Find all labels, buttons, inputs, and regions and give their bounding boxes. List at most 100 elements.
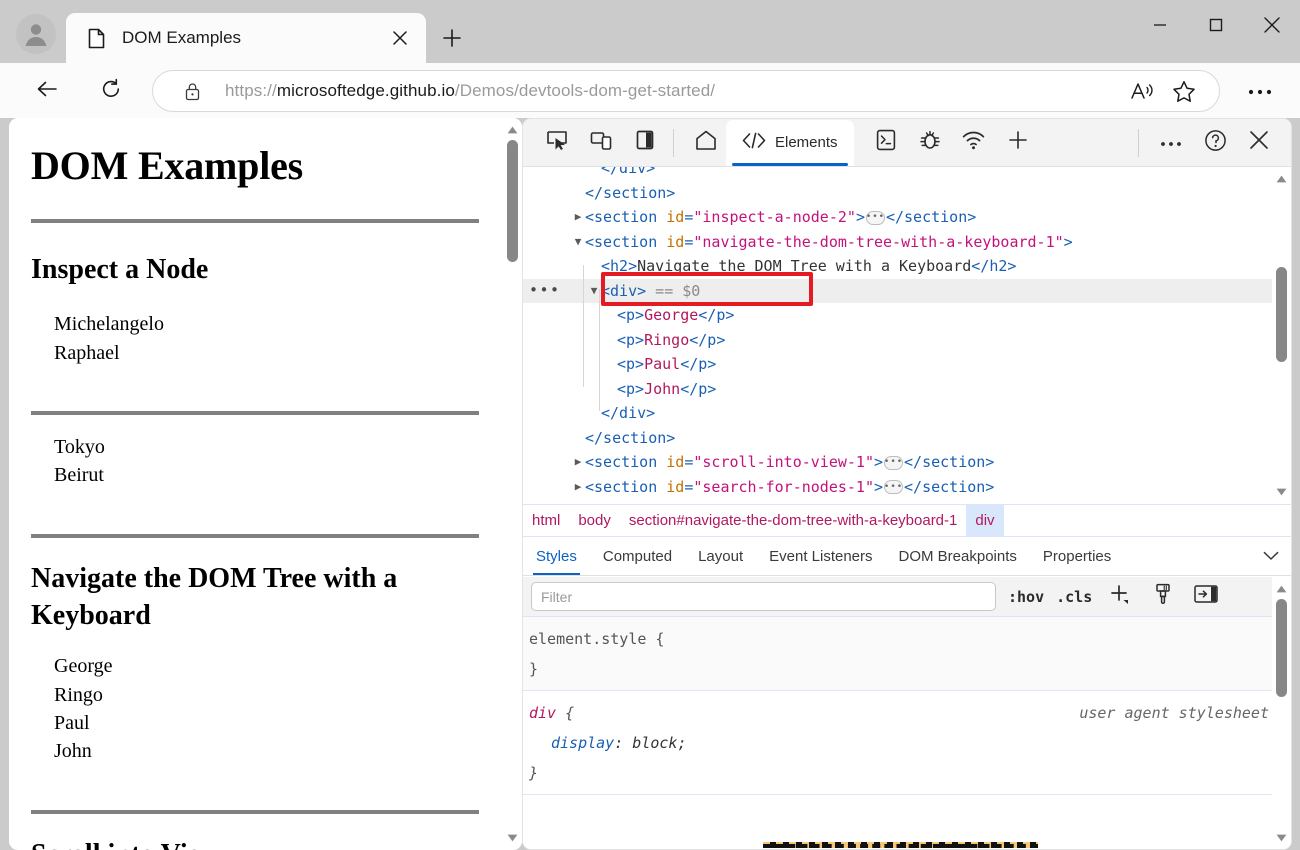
styles-tabs-overflow-button[interactable]	[1251, 539, 1291, 575]
styles-scroll-thumb[interactable]	[1276, 599, 1287, 697]
color-picker-button[interactable]	[1148, 583, 1178, 611]
device-emulation-button[interactable]	[581, 123, 621, 163]
markup-token: <section	[585, 453, 667, 471]
scroll-up-icon[interactable]	[1272, 169, 1291, 188]
tab-computed[interactable]: Computed	[590, 538, 685, 575]
back-button[interactable]	[30, 74, 64, 108]
address-bar-actions	[1121, 73, 1219, 109]
twisty-expanded-icon[interactable]: ▼	[571, 230, 585, 255]
twisty-placeholder	[587, 167, 601, 181]
twisty-placeholder	[587, 254, 601, 279]
devtools-help-button[interactable]	[1195, 123, 1235, 163]
tab-styles[interactable]: Styles	[523, 538, 590, 575]
style-rule-selector[interactable]: div	[529, 704, 556, 722]
styles-scrollbar[interactable]	[1272, 577, 1291, 849]
profile-button[interactable]	[16, 14, 56, 54]
breadcrumb-item-body[interactable]: body	[569, 505, 620, 536]
plus-icon	[442, 28, 462, 53]
inspect-element-button[interactable]	[537, 123, 577, 163]
minimize-button[interactable]	[1132, 0, 1188, 55]
maximize-button[interactable]	[1188, 0, 1244, 55]
lock-icon[interactable]	[181, 82, 203, 101]
dom-tree-row[interactable]: <p>Paul</p>	[523, 352, 1291, 377]
window-close-button[interactable]	[1244, 0, 1300, 55]
dom-tree-row[interactable]: ▶ <section id="inspect-a-node-2">•••</sec…	[523, 205, 1291, 230]
tab-sources[interactable]	[910, 123, 950, 163]
star-icon[interactable]	[1163, 73, 1205, 109]
browser-settings-button[interactable]	[1242, 74, 1278, 108]
expand-children-badge[interactable]: •••	[884, 455, 904, 470]
tab-console[interactable]	[866, 123, 906, 163]
dom-tree-row[interactable]: </div>	[523, 401, 1291, 426]
network-icon	[962, 130, 985, 155]
scroll-down-icon[interactable]	[1272, 482, 1291, 501]
scroll-down-icon[interactable]	[1272, 828, 1291, 847]
dom-tree[interactable]: </div> </section> ▶ <section id="inspect-a…	[523, 167, 1291, 504]
reload-button[interactable]	[94, 74, 128, 108]
devtools-close-button[interactable]	[1239, 123, 1279, 163]
styles-pane[interactable]: element.style { } user agent stylesheet …	[523, 617, 1291, 849]
tree-guide-line	[583, 265, 584, 387]
scroll-up-icon[interactable]	[503, 120, 522, 139]
dom-tree-row[interactable]: <h2>Navigate the DOM Tree with a Keyboar…	[523, 254, 1291, 279]
dom-tree-row[interactable]: ▼ <section id="navigate-the-dom-tree-with…	[523, 230, 1291, 255]
dom-tree-row[interactable]: <p>George</p>	[523, 303, 1291, 328]
node-context-menu-icon[interactable]: •••	[529, 283, 561, 298]
breadcrumb-item-div[interactable]: div	[966, 505, 1004, 536]
page-scrollbar[interactable]	[503, 118, 522, 850]
new-style-rule-button[interactable]	[1105, 583, 1135, 611]
markup-token: John	[644, 379, 681, 398]
dom-tree-row[interactable]: </section>	[523, 181, 1291, 206]
dom-tree-row[interactable]: </div>	[523, 167, 1291, 181]
tab-network[interactable]	[954, 123, 994, 163]
style-rule-selector[interactable]: element.style	[529, 630, 646, 648]
hov-toggle-button[interactable]: :hov	[1008, 588, 1044, 606]
tab-properties[interactable]: Properties	[1030, 538, 1124, 575]
expand-children-badge[interactable]: •••	[866, 210, 885, 225]
dom-tree-row[interactable]: <p>John</p>	[523, 377, 1291, 402]
tab-dom-breakpoints[interactable]: DOM Breakpoints	[886, 538, 1030, 575]
browser-tab[interactable]: DOM Examples	[66, 13, 426, 63]
twisty-collapsed-icon[interactable]: ▶	[571, 475, 585, 500]
dom-tree-scroll-thumb[interactable]	[1276, 267, 1287, 362]
styles-filter-input[interactable]	[531, 582, 996, 611]
style-rule-div[interactable]: user agent stylesheet div { display: blo…	[523, 691, 1291, 795]
scroll-up-icon[interactable]	[1272, 579, 1291, 598]
style-rule-close-brace: }	[529, 764, 539, 782]
page-scroll-thumb[interactable]	[507, 140, 518, 262]
style-declaration[interactable]: display: block;	[529, 728, 1291, 758]
style-property-name[interactable]: display	[551, 734, 614, 752]
more-tools-button[interactable]	[998, 123, 1038, 163]
dom-tree-row[interactable]: </section>	[523, 426, 1291, 451]
read-aloud-icon[interactable]	[1121, 73, 1163, 109]
devtools-overflow-button[interactable]	[1151, 123, 1191, 163]
tab-layout[interactable]: Layout	[685, 538, 756, 575]
tab-event-listeners[interactable]: Event Listeners	[756, 538, 885, 575]
dom-tree-row[interactable]: ▶ <section id="scroll-into-view-1">•••</s…	[523, 450, 1291, 475]
expand-children-badge[interactable]: •••	[884, 480, 904, 494]
breadcrumb[interactable]: html body section#navigate-the-dom-tree-…	[523, 504, 1291, 537]
dom-tree-row[interactable]: <p>Ringo</p>	[523, 328, 1291, 353]
tab-elements[interactable]: Elements	[726, 119, 854, 166]
scroll-down-icon[interactable]	[503, 828, 522, 847]
twisty-collapsed-icon[interactable]: ▶	[571, 450, 585, 475]
dom-tree-row-selected[interactable]: ••• ▼ <div> == $0	[523, 278, 1291, 303]
breadcrumb-item-section[interactable]: section#navigate-the-dom-tree-with-a-key…	[620, 505, 967, 536]
cls-toggle-button[interactable]: .cls	[1056, 588, 1092, 606]
style-rule-selector-line: element.style {	[529, 630, 665, 648]
new-tab-button[interactable]	[434, 22, 470, 58]
toggle-computed-sidebar-button[interactable]	[1191, 583, 1221, 611]
list-item: Raphael	[54, 341, 120, 364]
breadcrumb-item-html[interactable]: html	[523, 505, 569, 536]
close-icon[interactable]	[383, 21, 417, 55]
dock-side-button[interactable]	[625, 123, 665, 163]
markup-token: </div>	[601, 404, 656, 422]
style-property-value[interactable]: block	[632, 734, 677, 752]
dom-tree-scrollbar[interactable]	[1272, 167, 1291, 504]
style-rule-element-style[interactable]: element.style { }	[523, 617, 1291, 691]
twisty-collapsed-icon[interactable]: ▶	[571, 205, 585, 230]
devtools-home-button[interactable]	[686, 123, 726, 163]
address-bar[interactable]: https://microsoftedge.github.io/Demos/de…	[152, 70, 1220, 112]
markup-token: George	[644, 306, 699, 324]
dom-tree-row[interactable]: ▶ <section id="search-for-nodes-1">•••</s…	[523, 475, 1291, 500]
